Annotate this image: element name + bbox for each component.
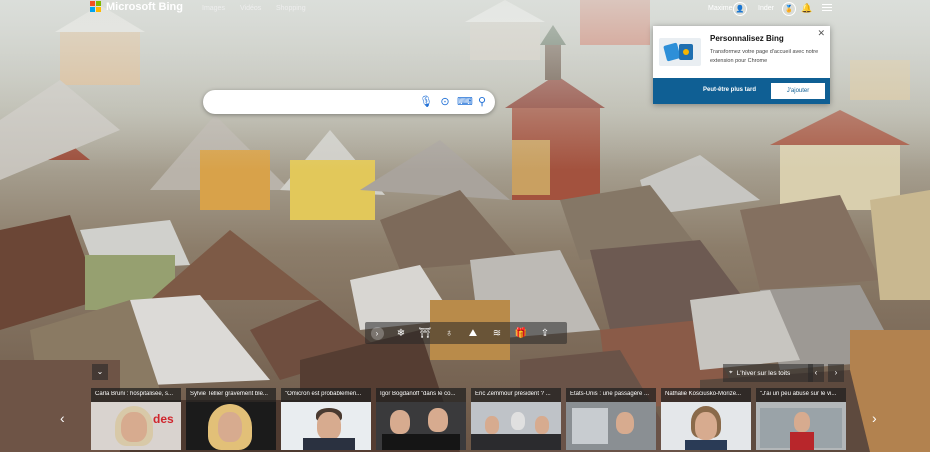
news-card-image (376, 402, 466, 450)
bing-logo[interactable]: Microsoft Bing (90, 1, 183, 13)
news-card-title: "J'ai un peu abusé sur le vi... (760, 391, 837, 397)
news-card[interactable]: Carla Bruni : hospitalisée, s... des (91, 388, 181, 450)
image-title: L'hiver sur les toits (736, 369, 791, 377)
logo-text: Microsoft Bing (106, 1, 183, 13)
news-prev-arrow[interactable]: ‹ (60, 410, 65, 426)
news-card-image: des (91, 402, 181, 450)
news-card[interactable]: "Omicron est probablemen... (281, 388, 371, 450)
popup-description: Transformez votre page d'accueil avec no… (710, 49, 819, 64)
news-card[interactable]: Igor Bogdanoff "dans le co... (376, 388, 466, 450)
news-card[interactable]: Sylvie Tellier gravement ble... (186, 388, 276, 450)
news-card-title: Sylvie Tellier gravement ble... (190, 391, 268, 397)
image-toolbar: › ❄ ⛩ ♁ ⛰ ≋ 🎁 ⇪ (365, 322, 567, 344)
news-card-image (471, 402, 561, 450)
news-card-title: Etats-Unis : une passagère ... (570, 391, 650, 397)
news-card-image (661, 402, 751, 450)
microsoft-logo-icon (90, 1, 102, 13)
news-card-title: Carla Bruni : hospitalisée, s... (95, 391, 174, 397)
keyboard-icon[interactable]: ⌨ (457, 95, 473, 109)
mic-icon[interactable]: 🎙 (419, 95, 433, 109)
share-icon[interactable]: ⇪ (533, 322, 557, 344)
news-card-title: Igor Bogdanoff "dans le co... (380, 391, 456, 397)
collapse-news-button[interactable]: ⌄ (92, 364, 108, 380)
personalize-popup: Personnalisez Bing Transformez votre pag… (653, 26, 830, 104)
gallery-icon[interactable]: ⛩ (413, 322, 437, 344)
location-pin-icon: ⌖ (729, 369, 733, 376)
bell-icon[interactable]: 🔔 (801, 3, 812, 14)
nav-images[interactable]: Images (202, 5, 225, 12)
chevron-down-icon: ⌄ (96, 367, 104, 376)
news-next-arrow[interactable]: › (872, 410, 877, 426)
toolbar-expand-button[interactable]: › (365, 322, 389, 344)
image-info-bar[interactable]: ⌖ L'hiver sur les toits (723, 364, 813, 382)
gift-icon[interactable]: 🎁 (509, 322, 533, 344)
next-image-button[interactable]: › (828, 364, 844, 382)
top-bar: Microsoft Bing Images Vidéos Shopping Ma… (0, 0, 930, 18)
user-name[interactable]: Maxime (708, 5, 733, 12)
hamburger-icon[interactable] (822, 4, 832, 11)
rewards-label[interactable]: Inder (758, 5, 774, 12)
search-input[interactable] (213, 94, 417, 112)
snowflake-icon[interactable]: ❄ (389, 322, 413, 344)
news-card-image (186, 402, 276, 450)
previous-image-button[interactable]: ‹ (808, 364, 824, 382)
news-card-title: Éric Zemmour président ? ... (475, 391, 551, 397)
search-icon[interactable]: ⚲ (475, 95, 489, 109)
news-card-image (566, 402, 656, 450)
nav-shopping[interactable]: Shopping (276, 5, 306, 12)
chevron-right-icon: › (370, 326, 384, 340)
popup-action-bar: Peut-être plus tard J'ajouter (653, 78, 830, 104)
visual-search-icon[interactable]: ⊙ (438, 95, 452, 109)
news-card-title: "Omicron est probablemen... (285, 391, 362, 397)
news-card-image (756, 402, 846, 450)
later-button[interactable]: Peut-être plus tard (703, 87, 756, 93)
close-icon[interactable]: ✕ (817, 28, 825, 39)
news-card[interactable]: Etats-Unis : une passagère ... (566, 388, 656, 450)
search-box[interactable]: 🎙 ⊙ ⌨ ⚲ (203, 90, 495, 114)
medal-icon[interactable]: 🏅 (782, 2, 796, 16)
mountain-icon[interactable]: ⛰ (461, 322, 485, 344)
nav-videos[interactable]: Vidéos (240, 5, 261, 12)
ornament-icon[interactable]: ♁ (437, 322, 461, 344)
news-card[interactable]: "J'ai un peu abusé sur le vi... (756, 388, 846, 450)
avatar-icon[interactable]: 👤 (733, 2, 747, 16)
add-extension-button[interactable]: J'ajouter (771, 83, 825, 99)
extension-illustration-icon (659, 34, 701, 68)
news-card[interactable]: Nathalie Kosciusko-Morize... (661, 388, 751, 450)
news-card-title: Nathalie Kosciusko-Morize... (665, 391, 742, 397)
news-card[interactable]: Éric Zemmour président ? ... (471, 388, 561, 450)
waves-icon[interactable]: ≋ (485, 322, 509, 344)
popup-title: Personnalisez Bing (710, 34, 784, 43)
news-card-image (281, 402, 371, 450)
